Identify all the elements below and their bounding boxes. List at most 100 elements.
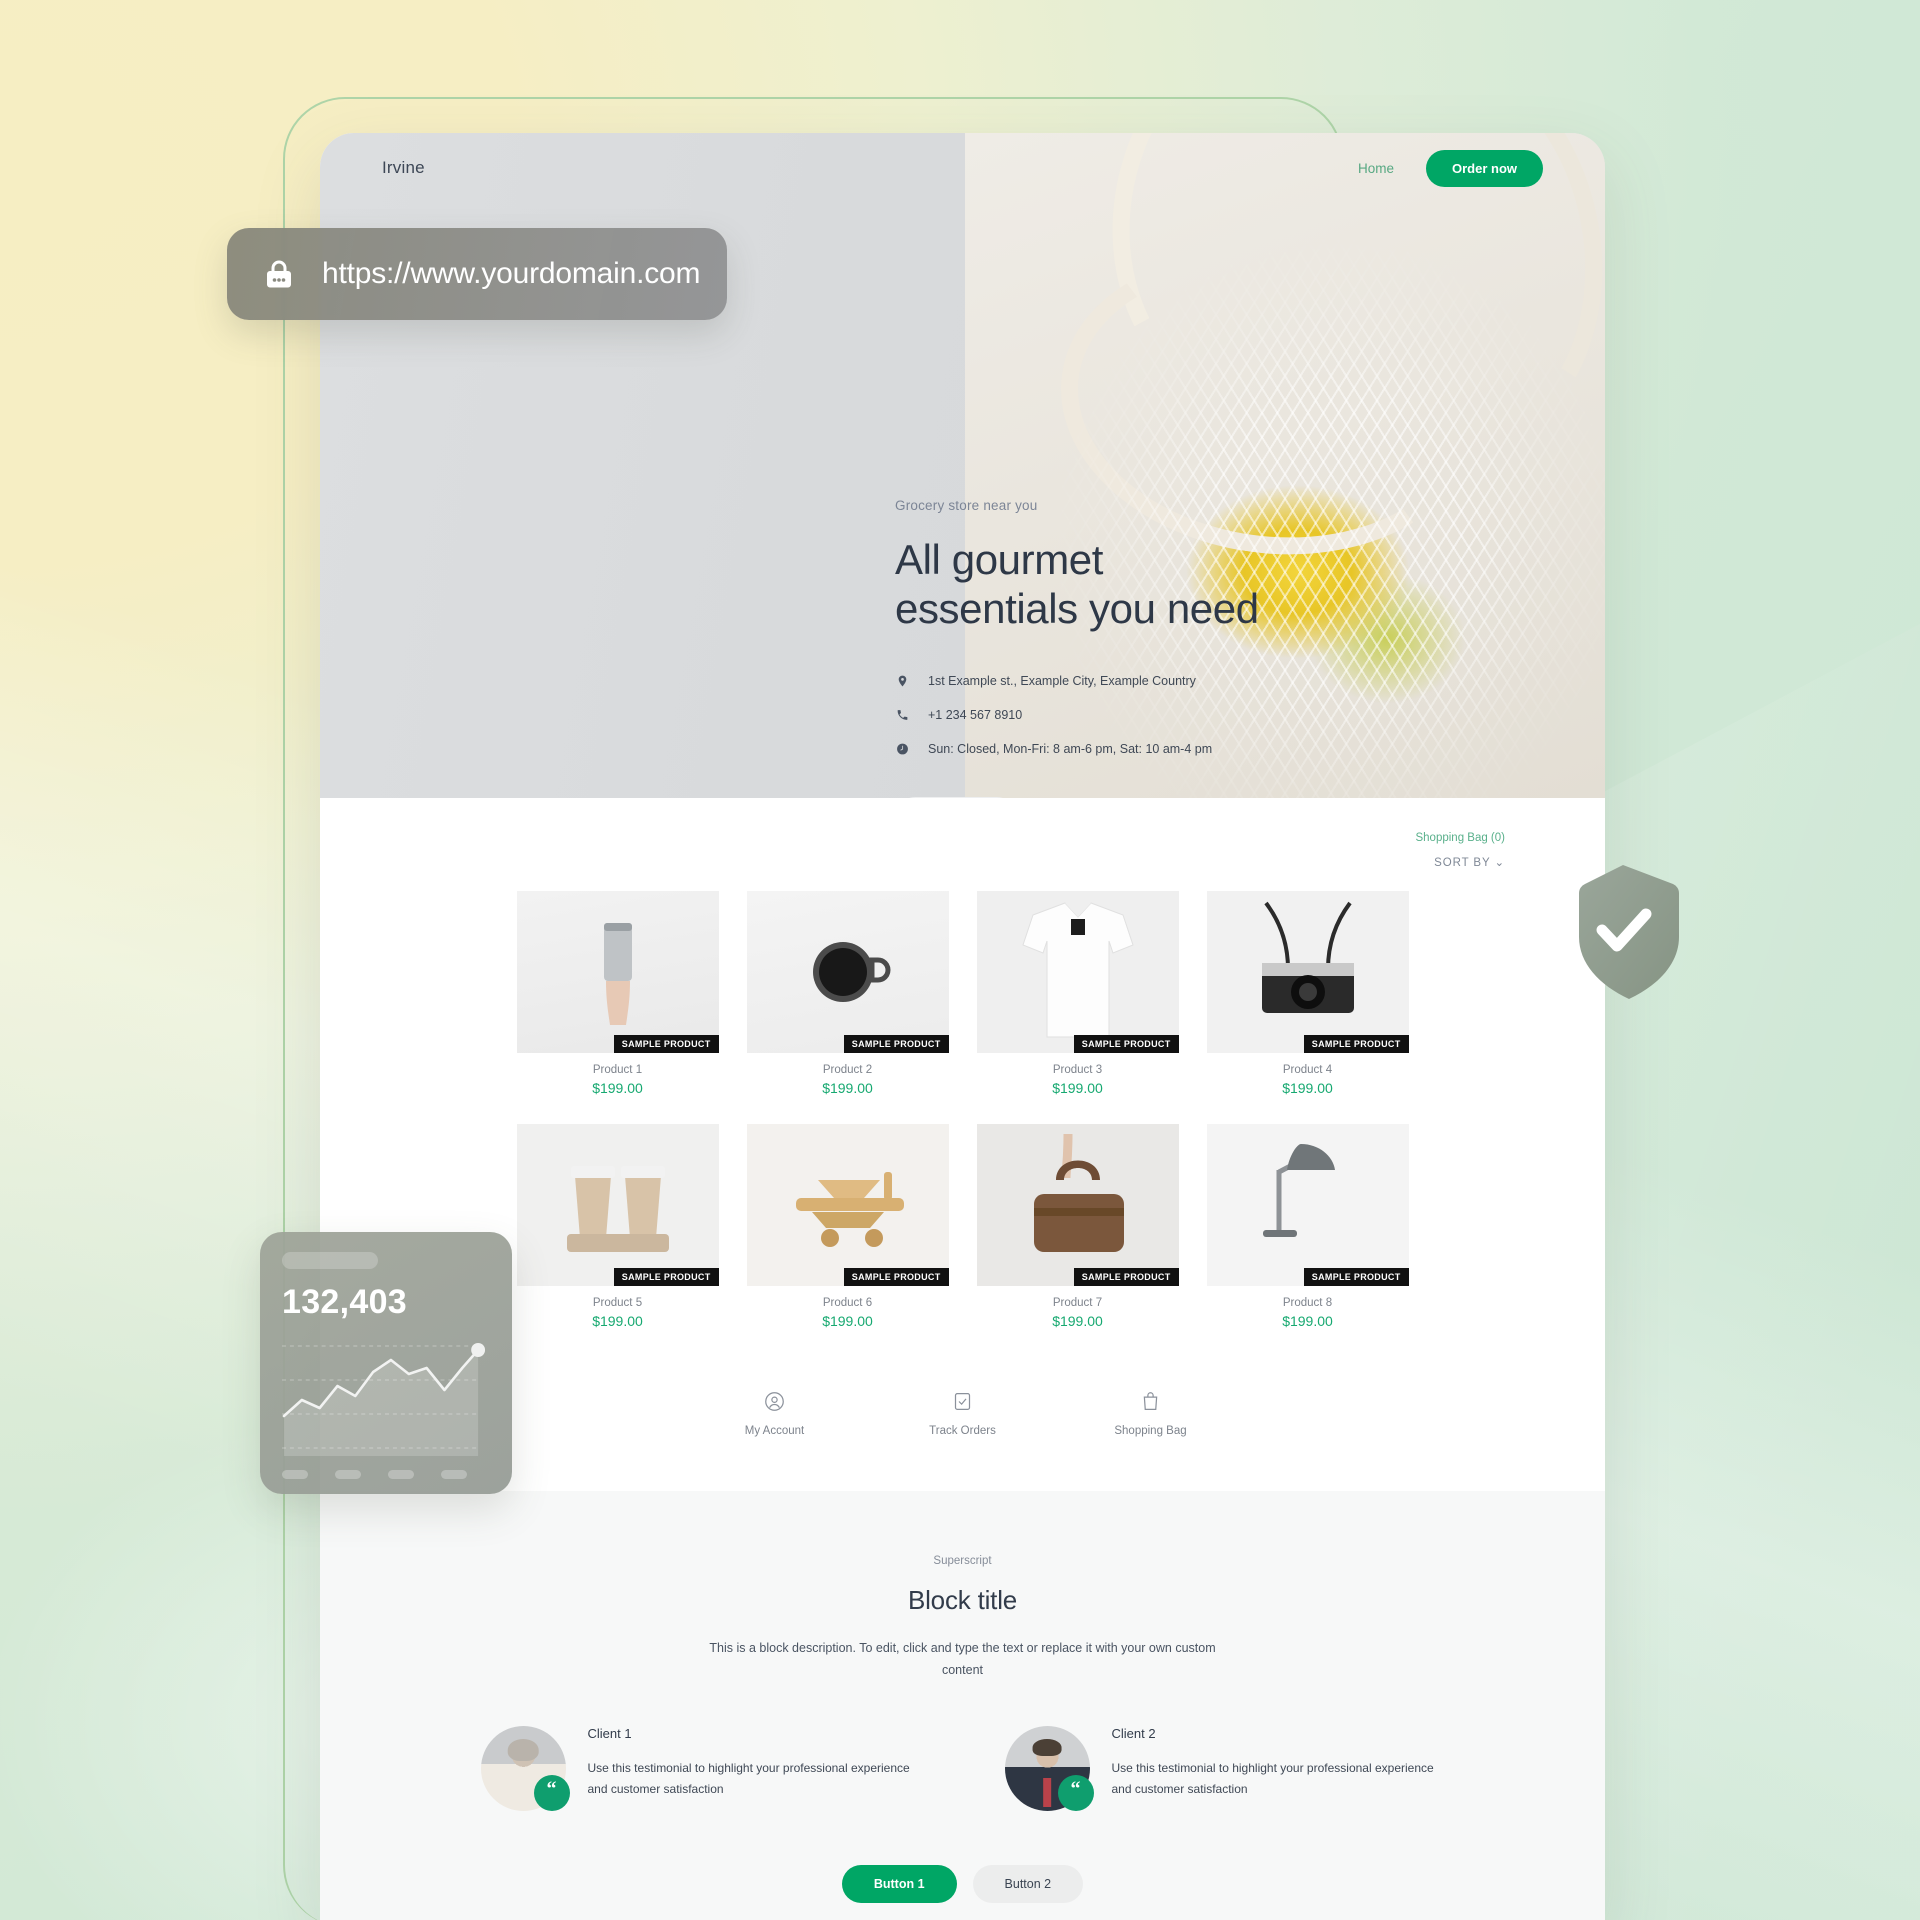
product-card[interactable]: SAMPLE PRODUCT Product 3 $199.00 — [976, 891, 1179, 1096]
product-name: Product 8 — [1282, 1297, 1333, 1309]
site-header: Irvine Home Order now — [320, 133, 1605, 203]
product-image-film-camera — [1261, 901, 1354, 1013]
product-card[interactable]: SAMPLE PRODUCT Product 2 $199.00 — [746, 891, 949, 1096]
product-thumbnail: SAMPLE PRODUCT — [976, 1124, 1179, 1286]
product-thumbnail: SAMPLE PRODUCT — [976, 891, 1179, 1053]
product-name: Product 1 — [592, 1064, 643, 1076]
browser-window: Irvine Home Order now Grocery store near… — [320, 133, 1605, 1920]
legend-placeholder — [441, 1470, 467, 1479]
hero-title: All gourmet essentials you need — [895, 535, 1455, 633]
block-button-2[interactable]: Button 2 — [972, 1864, 1084, 1903]
url-bar-overlay[interactable]: https://www.yourdomain.com — [227, 228, 727, 320]
location-pin-icon — [895, 673, 909, 689]
product-grid: SAMPLE PRODUCT Product 1 $199.00 SAMPLE … — [320, 891, 1605, 1329]
footer-nav-label: Track Orders — [929, 1425, 996, 1437]
hero-contact-list: 1st Example st., Example City, Example C… — [895, 673, 1455, 757]
sample-product-badge: SAMPLE PRODUCT — [1073, 1268, 1179, 1286]
contact-address-text: 1st Example st., Example City, Example C… — [928, 674, 1196, 689]
testimonial-item: “ Client 1 Use this testimonial to highl… — [480, 1725, 921, 1811]
sample-product-badge: SAMPLE PRODUCT — [1303, 1268, 1409, 1286]
contact-row-address: 1st Example st., Example City, Example C… — [895, 673, 1455, 689]
sample-product-badge: SAMPLE PRODUCT — [1303, 1035, 1409, 1053]
footer-nav-my-account[interactable]: My Account — [715, 1391, 835, 1437]
product-price: $199.00 — [1052, 1080, 1103, 1096]
hero-eyebrow: Grocery store near you — [895, 498, 1038, 513]
phone-icon — [895, 707, 909, 723]
product-thumbnail: SAMPLE PRODUCT — [746, 1124, 949, 1286]
contact-row-hours: Sun: Closed, Mon-Fri: 8 am-6 pm, Sat: 10… — [895, 741, 1455, 757]
product-price: $199.00 — [1282, 1080, 1333, 1096]
stat-card-widget: 132,403 — [260, 1232, 512, 1494]
stat-card-value: 132,403 — [282, 1283, 408, 1321]
chart-end-point — [471, 1343, 486, 1357]
testimonial-name: Client 2 — [1111, 1725, 1156, 1741]
stat-card-title-placeholder — [282, 1252, 378, 1269]
products-header: Shopping Bag (0) SORT BY ⌄ — [320, 818, 1605, 869]
shopping-bag-link[interactable]: Shopping Bag (0) — [1415, 832, 1505, 844]
product-name: Product 4 — [1282, 1064, 1333, 1076]
nav-link-home[interactable]: Home — [1358, 161, 1394, 176]
footer-nav-track-orders[interactable]: Track Orders — [903, 1391, 1023, 1437]
testimonials-list: “ Client 1 Use this testimonial to highl… — [320, 1725, 1605, 1811]
chevron-down-icon: ⌄ — [1494, 857, 1505, 869]
contact-row-phone: +1 234 567 8910 — [895, 707, 1455, 723]
testimonial-body: Client 2 Use this testimonial to highlig… — [1112, 1726, 1442, 1811]
order-now-button[interactable]: Order now — [1425, 149, 1543, 187]
product-price: $199.00 — [1052, 1313, 1103, 1329]
contact-us-button[interactable]: Contact us — [895, 797, 1018, 798]
testimonial-text: Use this testimonial to highlight your p… — [587, 1760, 910, 1796]
user-circle-icon — [764, 1392, 785, 1416]
legend-placeholder — [282, 1470, 308, 1479]
product-thumbnail: SAMPLE PRODUCT — [516, 1124, 719, 1286]
footer-nav-shopping-bag[interactable]: Shopping Bag — [1091, 1391, 1211, 1437]
sample-product-badge: SAMPLE PRODUCT — [843, 1035, 949, 1053]
stat-card-sparkline — [282, 1343, 486, 1456]
shield-check-badge — [1560, 862, 1686, 1002]
clipboard-check-icon — [952, 1393, 973, 1416]
sort-by-label: SORT BY — [1434, 857, 1491, 869]
shop-footer-nav: My Account Track Orders Shopping Bag — [320, 1391, 1605, 1491]
product-image-coffee-cups-tray — [566, 1166, 669, 1252]
product-card[interactable]: SAMPLE PRODUCT Product 1 $199.00 — [516, 891, 719, 1096]
site-logo[interactable]: Irvine — [382, 158, 425, 178]
legend-placeholder — [335, 1470, 361, 1479]
hero-title-line-2: essentials you need — [895, 585, 1259, 633]
product-price: $199.00 — [592, 1080, 643, 1096]
testimonial-text: Use this testimonial to highlight your p… — [1111, 1760, 1434, 1796]
sample-product-badge: SAMPLE PRODUCT — [613, 1268, 719, 1286]
products-section: Shopping Bag (0) SORT BY ⌄ SAMPLE PRODUC… — [320, 798, 1605, 1491]
product-card[interactable]: SAMPLE PRODUCT Product 4 $199.00 — [1206, 891, 1409, 1096]
testimonial-avatar-wrap: “ — [1004, 1725, 1094, 1811]
shopping-bag-icon — [1140, 1392, 1161, 1416]
product-price: $199.00 — [822, 1080, 873, 1096]
product-thumbnail: SAMPLE PRODUCT — [516, 891, 719, 1053]
block-description: This is a block description. To edit, cl… — [709, 1641, 1216, 1677]
product-card[interactable]: SAMPLE PRODUCT Product 6 $199.00 — [746, 1124, 949, 1329]
contact-hours-text: Sun: Closed, Mon-Fri: 8 am-6 pm, Sat: 10… — [928, 742, 1213, 757]
hero-title-line-1: All gourmet — [895, 536, 1104, 583]
clock-icon — [895, 741, 909, 757]
footer-nav-label: My Account — [744, 1425, 805, 1437]
primary-nav: Home Order now — [1358, 149, 1543, 187]
product-thumbnail: SAMPLE PRODUCT — [1206, 1124, 1409, 1286]
product-card[interactable]: SAMPLE PRODUCT Product 5 $199.00 — [516, 1124, 719, 1329]
sample-product-badge: SAMPLE PRODUCT — [1073, 1035, 1179, 1053]
product-name: Product 5 — [592, 1297, 643, 1309]
product-image-desk-lamp — [1262, 1144, 1335, 1237]
product-card[interactable]: SAMPLE PRODUCT Product 8 $199.00 — [1206, 1124, 1409, 1329]
padlock-icon — [261, 256, 297, 292]
product-price: $199.00 — [822, 1313, 873, 1329]
quote-mark-icon: “ — [533, 1774, 570, 1811]
stat-card-legend-placeholders — [282, 1470, 490, 1479]
block-section: Superscript Block title This is a block … — [320, 1491, 1605, 1920]
testimonial-body: Client 1 Use this testimonial to highlig… — [588, 1726, 918, 1811]
url-text: https://www.yourdomain.com — [322, 257, 701, 290]
product-thumbnail: SAMPLE PRODUCT — [746, 891, 949, 1053]
contact-phone-text: +1 234 567 8910 — [928, 708, 1023, 723]
sort-by-dropdown[interactable]: SORT BY ⌄ — [320, 855, 1505, 869]
footer-nav-label: Shopping Bag — [1114, 1425, 1187, 1437]
block-button-1[interactable]: Button 1 — [841, 1864, 957, 1903]
product-image-dress-shirt — [1021, 899, 1134, 1038]
block-superscript: Superscript — [933, 1555, 992, 1567]
product-card[interactable]: SAMPLE PRODUCT Product 7 $199.00 — [976, 1124, 1179, 1329]
